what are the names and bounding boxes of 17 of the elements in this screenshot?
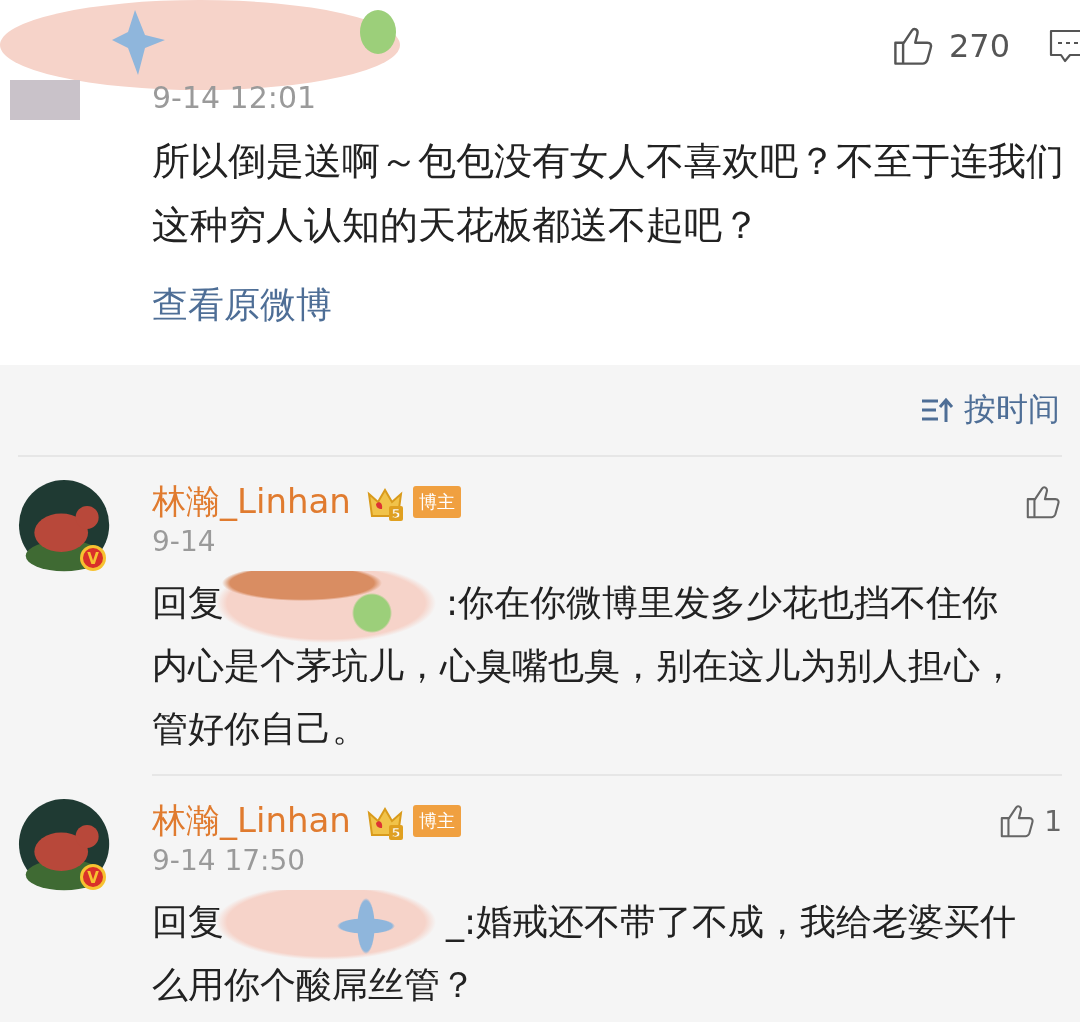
- reply-time: 9-14: [152, 525, 216, 558]
- comment-time: 9-14 12:01: [152, 80, 317, 115]
- reply-time: 9-14 17:50: [152, 844, 306, 877]
- comment-text: 所以倒是送啊～包包没有女人不喜欢吧？不至于连我们这种穷人认知的天花板都送不起吧？: [152, 138, 1065, 249]
- sort-icon: [920, 396, 954, 424]
- verified-badge: V: [78, 543, 108, 573]
- view-original-link[interactable]: 查看原微博: [152, 281, 332, 330]
- like-count: 270: [948, 27, 1010, 65]
- blogger-tag: 博主: [412, 486, 461, 518]
- thumbs-up-icon[interactable]: [1024, 483, 1062, 521]
- blogger-tag: 博主: [412, 805, 461, 837]
- like-count: 1: [1044, 804, 1062, 838]
- verified-badge: V: [78, 862, 108, 892]
- thumbs-up-icon[interactable]: [998, 802, 1037, 840]
- sort-button[interactable]: 按时间: [920, 388, 1062, 432]
- username[interactable]: 林瀚_Linhan: [152, 479, 351, 525]
- username[interactable]: 林瀚_Linhan: [152, 798, 351, 844]
